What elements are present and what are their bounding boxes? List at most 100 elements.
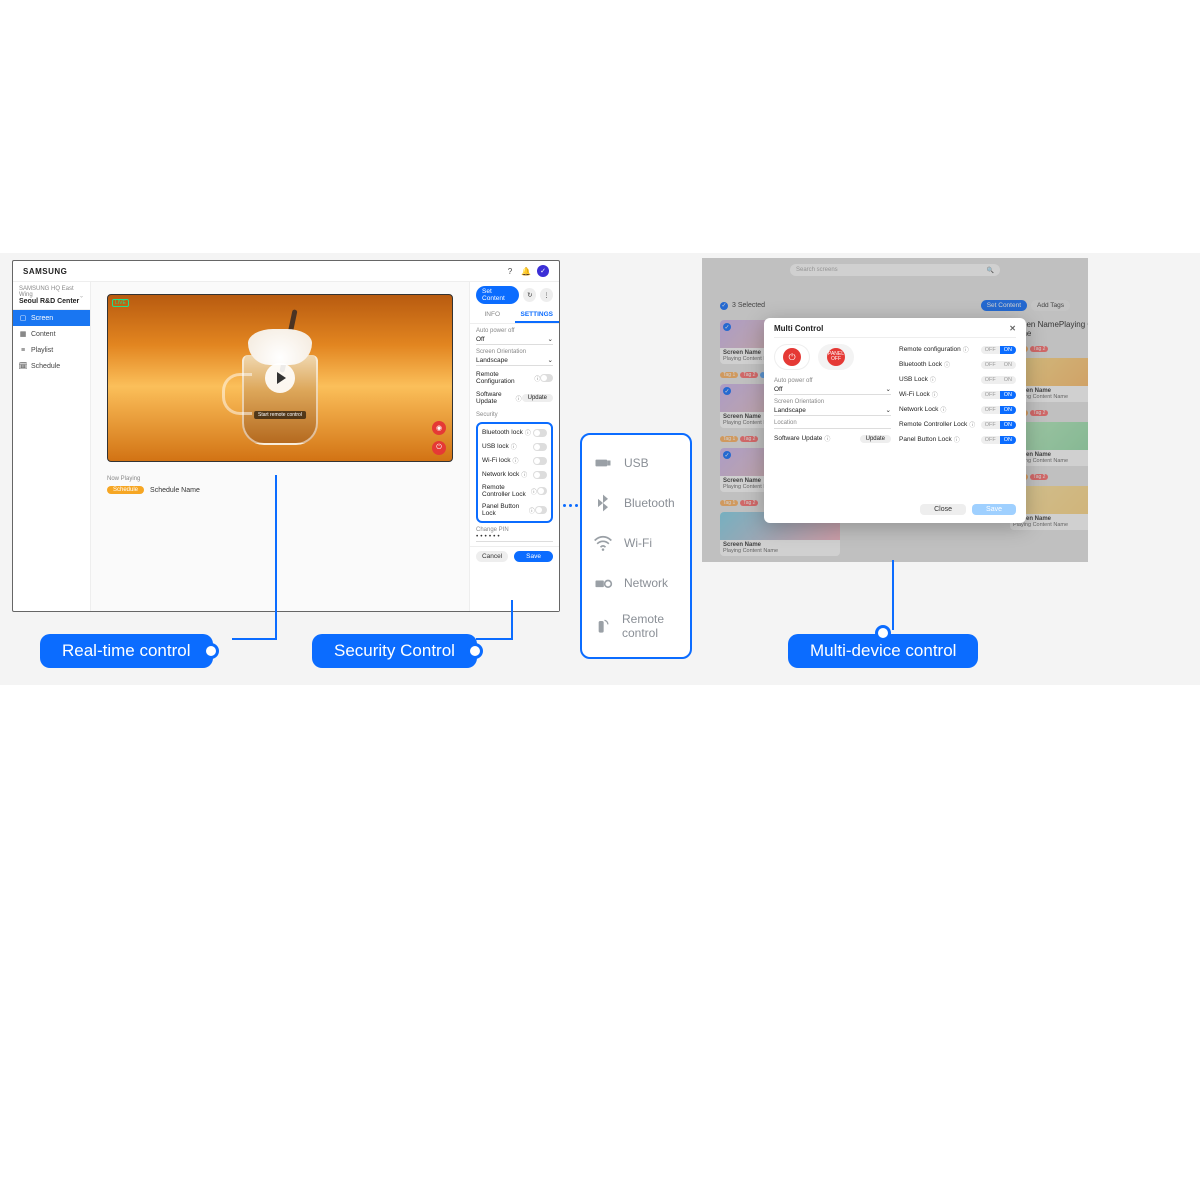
orientation-field[interactable]: Screen Orientation Landscape⌄ [476, 349, 553, 366]
brand-logo: SAMSUNG [23, 267, 67, 276]
modal-lock-row: Bluetooth Lock ⓘOFFON [899, 359, 1016, 370]
grid-icon: ▦ [19, 330, 27, 338]
callout-wifi: Wi-Fi [592, 532, 680, 554]
sidebar-item-label: Schedule [31, 363, 60, 370]
header-icons: ? 🔔 ✓ [505, 265, 549, 277]
usb-lock-toggle[interactable] [533, 443, 547, 451]
remote-config-toggle[interactable] [540, 374, 553, 382]
software-update-row: Software Updateⓘ Update [476, 390, 553, 406]
connector-line [511, 600, 513, 640]
power-off-button[interactable]: ⏻ [774, 344, 810, 370]
sidebar-item-content[interactable]: ▦ Content [13, 326, 90, 342]
save-button[interactable]: Save [972, 504, 1016, 515]
sidebar-nav: ▢ Screen ▦ Content ≡ Playlist 🗓 Schedule [13, 310, 90, 374]
off-on-toggle[interactable]: OFFON [981, 421, 1016, 429]
modal-lock-row: Network Lock ⓘOFFON [899, 404, 1016, 415]
label-multi-device-control: Multi-device control [788, 634, 978, 668]
chevron-down-icon: ⌄ [79, 292, 84, 299]
modal-lock-row: Remote Controller Lock ⓘOFFON [899, 419, 1016, 430]
save-button[interactable]: Save [514, 551, 553, 562]
panel-tabs: INFO SETTINGS [470, 308, 559, 324]
location-main: Seoul R&D Center [19, 298, 84, 305]
help-icon[interactable]: ⓘ [516, 394, 522, 403]
security-box: Bluetooth lockⓘ USB lockⓘ Wi-Fi lockⓘ Ne… [476, 422, 553, 523]
sidebar-item-screen[interactable]: ▢ Screen [13, 310, 90, 326]
connector-line [275, 475, 277, 638]
update-button[interactable]: Update [860, 435, 891, 443]
off-on-toggle[interactable]: OFFON [981, 436, 1016, 444]
connector-line [232, 638, 277, 640]
label-realtime-control: Real-time control [40, 634, 213, 668]
off-on-toggle[interactable]: OFFON [981, 391, 1016, 399]
auto-power-field[interactable]: Auto power off Off⌄ [476, 328, 553, 345]
calendar-icon: 🗓 [19, 362, 27, 370]
bell-icon[interactable]: 🔔 [521, 266, 531, 276]
panel-button-lock-toggle[interactable] [535, 506, 547, 514]
sidebar: SAMSUNG HQ East Wing Seoul R&D Center ⌄ … [13, 282, 91, 611]
callout-bluetooth: Bluetooth [592, 492, 680, 514]
wifi-icon [592, 532, 614, 554]
off-on-toggle[interactable]: OFFON [981, 406, 1016, 414]
settings-panel: Set Content ↻ ⋮ INFO SETTINGS Auto power… [469, 282, 559, 611]
set-content-button[interactable]: Set Content [476, 286, 519, 304]
off-on-toggle[interactable]: OFFON [981, 376, 1016, 384]
now-playing-heading: Now Playing [107, 476, 453, 482]
connector-dots [563, 504, 578, 507]
remote-lock-toggle[interactable] [537, 487, 547, 495]
now-playing-badge: Schedule [107, 486, 144, 494]
sidebar-item-label: Screen [31, 315, 53, 322]
now-playing-row: Schedule Schedule Name [107, 486, 453, 494]
sidebar-item-label: Content [31, 331, 56, 338]
label-security-control: Security Control [312, 634, 477, 668]
callout-network: Network [592, 572, 680, 594]
list-icon: ≡ [19, 346, 27, 354]
sidebar-item-playlist[interactable]: ≡ Playlist [13, 342, 90, 358]
screen-preview[interactable]: LIVE Start remote control ◉ ⏻ [107, 294, 453, 462]
network-lock-toggle[interactable] [533, 471, 547, 479]
record-button[interactable]: ◉ [432, 421, 446, 435]
close-icon[interactable]: ✕ [1009, 324, 1016, 333]
off-on-toggle[interactable]: OFFON [981, 346, 1016, 354]
modal-auto-power[interactable]: Auto power off Off⌄ [774, 378, 891, 395]
connector-line [476, 638, 513, 640]
avatar[interactable]: ✓ [537, 265, 549, 277]
bluetooth-lock-toggle[interactable] [533, 429, 547, 437]
remote-config-row: Remote Configurationⓘ [476, 370, 553, 386]
sidebar-item-label: Playlist [31, 347, 53, 354]
help-icon[interactable]: ? [505, 266, 515, 276]
security-heading: Security [476, 412, 553, 418]
network-icon [592, 572, 614, 594]
wifi-lock-toggle[interactable] [533, 457, 547, 465]
modal-left-col: ⏻ PANELOFF Auto power off Off⌄ Screen Or… [774, 344, 891, 498]
refresh-icon[interactable]: ↻ [523, 288, 536, 302]
chevron-down-icon: ⌄ [548, 356, 553, 364]
modal-lock-row: USB Lock ⓘOFFON [899, 374, 1016, 385]
more-icon[interactable]: ⋮ [540, 288, 553, 302]
modal-location[interactable]: Location [774, 420, 891, 429]
cancel-button[interactable]: Cancel [476, 551, 508, 562]
off-on-toggle[interactable]: OFFON [981, 361, 1016, 369]
modal-orientation[interactable]: Screen Orientation Landscape⌄ [774, 399, 891, 416]
tab-info[interactable]: INFO [470, 308, 515, 323]
play-button[interactable] [265, 363, 295, 393]
chevron-down-icon: ⌄ [548, 335, 553, 343]
multi-control-modal: Multi Control ✕ ⏻ PANELOFF Auto power of… [764, 318, 1026, 523]
security-features-callout: USB Bluetooth Wi-Fi Network Remote contr… [580, 433, 692, 659]
update-button[interactable]: Update [522, 394, 553, 402]
change-pin-field[interactable]: Change PIN •••••• [476, 527, 553, 542]
preview-caption: Start remote control [254, 411, 306, 419]
tab-settings[interactable]: SETTINGS [515, 308, 560, 323]
device-settings-window: SAMSUNG ? 🔔 ✓ SAMSUNG HQ East Wing Seoul… [12, 260, 560, 612]
remote-icon [592, 615, 612, 637]
callout-usb: USB [592, 452, 680, 474]
close-button[interactable]: Close [920, 504, 966, 515]
location-selector[interactable]: SAMSUNG HQ East Wing Seoul R&D Center ⌄ [13, 282, 90, 310]
modal-title: Multi Control [774, 324, 823, 333]
power-button[interactable]: ⏻ [432, 441, 446, 455]
bluetooth-icon [592, 492, 614, 514]
modal-software-update: Software Updateⓘ Update [774, 433, 891, 444]
live-badge: LIVE [112, 299, 129, 307]
connector-line [892, 560, 894, 630]
sidebar-item-schedule[interactable]: 🗓 Schedule [13, 358, 90, 374]
panel-off-button[interactable]: PANELOFF [818, 344, 854, 370]
